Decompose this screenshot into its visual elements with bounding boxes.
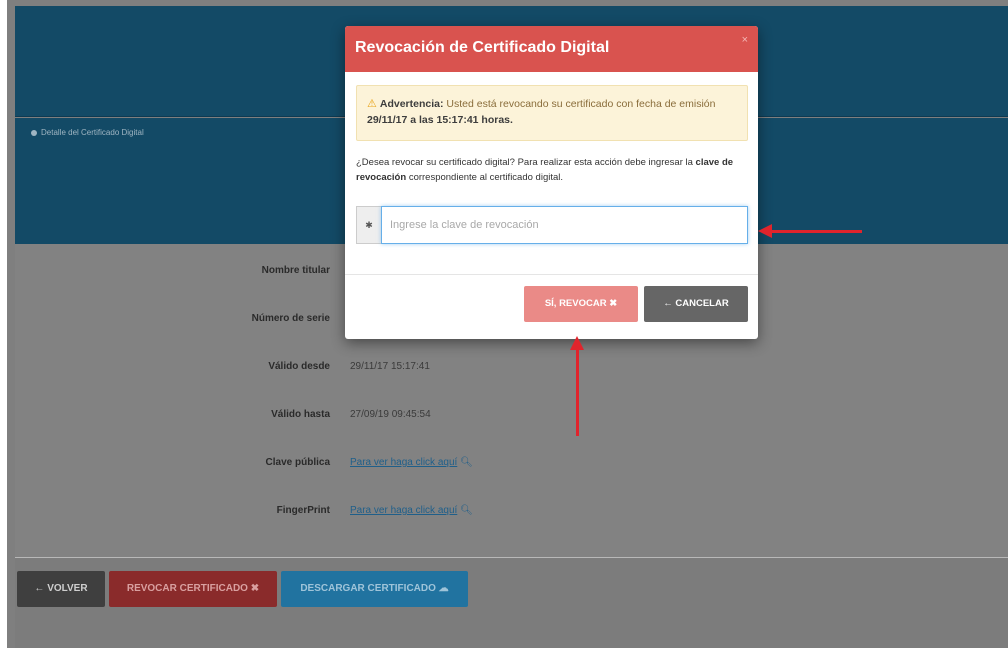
download-certificate-button[interactable]: DESCARGAR CERTIFICADO ☁ [281, 571, 468, 607]
label-valido-desde: Válido desde [268, 361, 330, 372]
confirm-revoke-label: SÍ, REVOCAR [544, 298, 607, 309]
cloud-download-icon: ☁ [438, 583, 449, 594]
revoke-certificate-button[interactable]: REVOCAR CERTIFICADO ✖ [109, 571, 277, 607]
annotation-arrow-input-head [758, 224, 772, 238]
modal-question: ¿Desea revocar su certificado digital? P… [356, 155, 751, 185]
label-fingerprint: FingerPrint [276, 505, 330, 516]
annotation-arrow-confirm-head [570, 336, 584, 350]
annotation-arrow-input [770, 230, 862, 233]
warning-triangle-icon: ⚠ [367, 98, 377, 110]
warning-text: Usted está revocando su certificado con … [446, 98, 716, 110]
warning-date: 29/11/17 a las 15:17:41 horas. [367, 114, 513, 126]
revocation-modal: Revocación de Certificado Digital × ⚠ Adv… [345, 26, 758, 339]
label-clave-publica: Clave pública [265, 457, 330, 468]
row-clave-publica: Clave pública Para ver haga click aquí 🔍… [15, 454, 1008, 474]
cancel-button-label: CANCELAR [675, 298, 729, 309]
back-button-label: VOLVER [47, 583, 88, 594]
warning-alert: ⚠ Advertencia: Usted está revocando su ce… [356, 85, 748, 141]
value-valido-hasta: 27/09/19 09:45:54 [350, 409, 431, 420]
fingerprint-link-wrap[interactable]: Para ver haga click aquí 🔍︎ [350, 505, 473, 516]
arrow-left-icon: ← [663, 298, 673, 309]
warning-label: Advertencia: [379, 98, 444, 110]
revocation-key-group: ✱ [356, 206, 748, 244]
arrow-left-icon: ← [34, 583, 45, 594]
label-valido-hasta: Válido hasta [271, 409, 330, 420]
annotation-arrow-confirm [576, 348, 579, 436]
clave-publica-link[interactable]: Para ver haga click aquí [350, 457, 457, 468]
times-icon: ✖ [609, 298, 618, 309]
detail-heading-text: Detalle del Certificado Digital [41, 128, 144, 137]
value-valido-desde: 29/11/17 15:17:41 [350, 361, 430, 372]
label-numero-serie: Número de serie [251, 313, 330, 324]
bullet-icon [31, 129, 37, 136]
close-icon[interactable]: × [742, 34, 748, 46]
modal-title: Revocación de Certificado Digital [355, 39, 610, 56]
question-post: correspondiente al certificado digital. [408, 172, 564, 183]
question-pre: ¿Desea revocar su certificado digital? P… [356, 157, 693, 168]
asterisk-icon: ✱ [356, 206, 381, 244]
modal-header: Revocación de Certificado Digital × [345, 26, 758, 72]
download-button-label: DESCARGAR CERTIFICADO [300, 583, 436, 594]
fingerprint-link[interactable]: Para ver haga click aquí [350, 505, 457, 516]
back-button[interactable]: ← VOLVER [17, 571, 105, 607]
search-icon[interactable]: 🔍︎ [460, 457, 473, 468]
revocation-key-input[interactable] [381, 206, 748, 244]
search-icon[interactable]: 🔍︎ [460, 505, 473, 516]
row-fingerprint: FingerPrint Para ver haga click aquí 🔍︎ [15, 502, 1008, 522]
modal-footer-divider [345, 274, 758, 275]
detail-heading: Detalle del Certificado Digital [31, 128, 144, 137]
row-valido-desde: Válido desde 29/11/17 15:17:41 [15, 358, 1008, 378]
times-icon: ✖ [250, 583, 260, 594]
clave-publica-link-wrap[interactable]: Para ver haga click aquí 🔍︎ [350, 457, 473, 468]
left-strip [0, 0, 7, 648]
label-nombre-titular: Nombre titular [261, 265, 330, 276]
row-valido-hasta: Válido hasta 27/09/19 09:45:54 [15, 406, 1008, 426]
confirm-revoke-button[interactable]: SÍ, REVOCAR ✖ [524, 286, 638, 322]
cancel-button[interactable]: ← CANCELAR [644, 286, 748, 322]
revoke-button-label: REVOCAR CERTIFICADO [126, 583, 248, 594]
